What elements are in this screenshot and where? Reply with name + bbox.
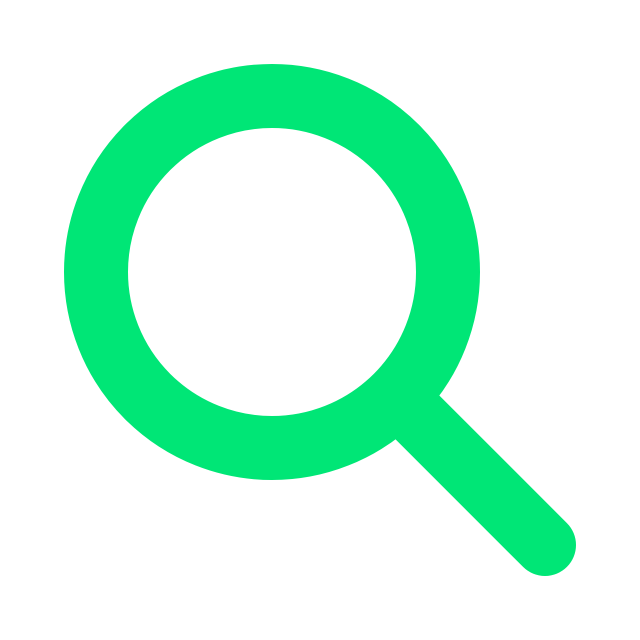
search-icon	[0, 0, 640, 640]
search-icon-handle	[379, 379, 576, 576]
icon-canvas	[0, 0, 640, 640]
search-icon-svg	[64, 64, 576, 576]
